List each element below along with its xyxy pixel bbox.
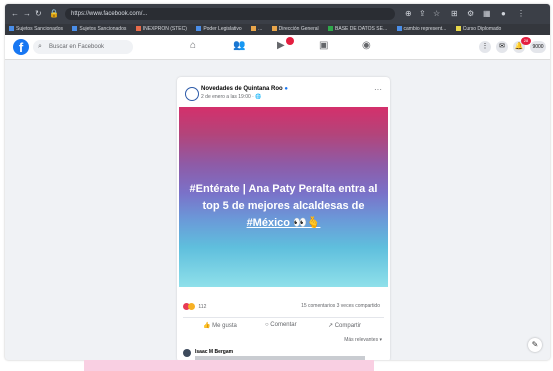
bookmark-item[interactable]: Sujetos Sancionados xyxy=(68,24,130,35)
share-arrow-icon: ↗ xyxy=(328,323,334,329)
bookmark-item[interactable]: BASE DE DATOS SE... xyxy=(324,24,391,35)
reactions-row: 112 15 comentarios 3 veces compartido xyxy=(183,303,384,313)
bookmark-item[interactable]: INEXPRON (STEC) xyxy=(132,24,191,35)
wow-reaction-icon xyxy=(188,303,195,310)
post-timestamp[interactable]: 2 de enero a las 19:00 · 🌐 xyxy=(201,94,261,100)
bottom-highlight xyxy=(84,360,374,371)
lock-icon: 🔒 xyxy=(49,9,59,18)
menu-icon[interactable]: ⋮ xyxy=(517,9,525,18)
search-icon: ⌕ xyxy=(38,43,42,50)
bookmark-item[interactable]: Dirección General xyxy=(268,24,323,35)
verified-icon: ● xyxy=(284,86,288,92)
back-icon[interactable]: ← xyxy=(11,9,19,18)
post-headline: #Entérate | Ana Paty Peralta entra al to… xyxy=(189,183,378,229)
reaction-count[interactable]: 112 xyxy=(198,304,206,310)
browser-toolbar: ← → ↻ 🔒 https://www.facebook.com/... ⊕ ⇪… xyxy=(5,4,550,24)
post-header: Novedades de Quintana Roo ● 2 de enero a… xyxy=(177,77,390,109)
like-button[interactable]: 👍 Me gusta xyxy=(203,322,237,329)
comment-avatar[interactable] xyxy=(183,349,191,357)
notification-badge xyxy=(286,37,294,45)
bookmark-item[interactable]: Curso Diplomado xyxy=(452,24,506,35)
star-icon[interactable]: ☆ xyxy=(433,9,440,18)
groups-icon[interactable]: ◉ xyxy=(362,40,371,51)
bookmark-item[interactable]: ... xyxy=(247,24,266,35)
reload-icon[interactable]: ↻ xyxy=(35,9,42,18)
profile-icon[interactable]: ● xyxy=(501,9,506,18)
puzzle-icon[interactable]: ⚙ xyxy=(467,9,474,18)
share-button[interactable]: ↗ Compartir xyxy=(328,322,361,329)
profile-avatar[interactable]: 9000 xyxy=(530,41,546,53)
zoom-icon[interactable]: ⊕ xyxy=(405,9,412,18)
bookmark-item[interactable]: Poder Legislativo xyxy=(192,24,245,35)
extension-icon[interactable]: ⊞ xyxy=(451,9,458,18)
messenger-icon[interactable]: ✉ xyxy=(496,41,508,53)
search-input[interactable]: ⌕ Buscar en Facebook xyxy=(33,40,133,54)
comments-shares-count[interactable]: 15 comentarios 3 veces compartido xyxy=(301,303,380,309)
comment-author[interactable]: Isaac M Bergam xyxy=(195,349,233,355)
facebook-logo-icon[interactable]: f xyxy=(13,39,29,55)
facebook-topbar: f ⌕ Buscar en Facebook ⌂ 👥 ▶ ▣ ◉ ⋮ ✉ 🔔 2… xyxy=(5,35,550,60)
like-icon: 👍 xyxy=(203,323,211,329)
sidebar-icon[interactable]: ▦ xyxy=(483,9,491,18)
browser-window: ← → ↻ 🔒 https://www.facebook.com/... ⊕ ⇪… xyxy=(5,4,550,360)
search-placeholder: Buscar en Facebook xyxy=(49,44,105,50)
share-icon[interactable]: ⇪ xyxy=(419,9,426,18)
address-bar[interactable]: https://www.facebook.com/... xyxy=(65,8,395,20)
friends-icon[interactable]: 👥 xyxy=(233,40,245,51)
forward-icon[interactable]: → xyxy=(23,9,31,18)
more-options-icon[interactable]: ··· xyxy=(374,85,382,94)
bookmark-item[interactable]: cambio represent... xyxy=(393,24,451,35)
sort-comments-dropdown[interactable]: Más relevantes ▾ xyxy=(344,337,382,343)
post-actions: 👍 Me gusta ○ Comentar ↗ Compartir xyxy=(183,317,384,332)
comment-icon: ○ xyxy=(265,322,269,328)
watch-icon[interactable]: ▶ xyxy=(277,40,285,51)
new-message-icon[interactable]: ✎ xyxy=(528,338,542,352)
bookmarks-bar: Sujetos Sancionados Sujetos Sancionados … xyxy=(5,24,550,35)
bookmark-item[interactable]: Sujetos Sancionados xyxy=(5,24,67,35)
marketplace-icon[interactable]: ▣ xyxy=(319,40,328,51)
comment-button[interactable]: ○ Comentar xyxy=(265,322,297,328)
home-icon[interactable]: ⌂ xyxy=(190,40,196,51)
menu-grid-icon[interactable]: ⋮ xyxy=(479,41,491,53)
page-name[interactable]: Novedades de Quintana Roo ● xyxy=(201,86,288,92)
post-image[interactable]: #Entérate | Ana Paty Peralta entra al to… xyxy=(179,107,388,287)
page-avatar[interactable] xyxy=(185,87,199,101)
post-card: Novedades de Quintana Roo ● 2 de enero a… xyxy=(177,77,390,360)
